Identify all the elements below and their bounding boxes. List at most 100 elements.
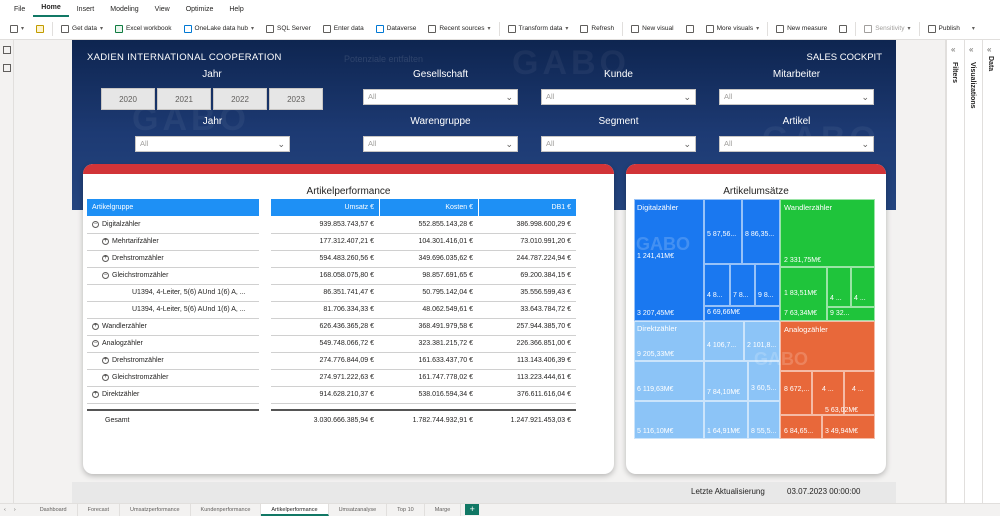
treemap-cell[interactable]	[634, 361, 704, 401]
excel-workbook-button[interactable]: Excel workbook	[109, 24, 178, 33]
value-label: 2 101,8...	[747, 342, 777, 349]
kunde-dropdown[interactable]: All ⌄	[541, 89, 696, 105]
tab-umsatzperformance[interactable]: Umsatzperformance	[120, 503, 191, 516]
row-divider	[271, 352, 576, 353]
year-button-2023[interactable]: 2023	[269, 88, 323, 110]
paste-button[interactable]: ▾	[4, 24, 30, 33]
report-canvas: GABO GABO GABO Potenziale entfalten XADI…	[72, 40, 896, 503]
column-header-umsatz[interactable]: Umsatz €	[271, 199, 379, 216]
treemap-cell[interactable]	[704, 264, 730, 306]
menu-optimize[interactable]: Optimize	[178, 6, 222, 13]
column-header-db1[interactable]: DB1 €	[479, 199, 576, 216]
table-row[interactable]: − Analogzähler 549.748.066,72 € 323.381.2…	[87, 335, 577, 352]
gesellschaft-dropdown[interactable]: All ⌄	[363, 89, 518, 105]
mitarbeiter-dropdown[interactable]: All ⌄	[719, 89, 874, 105]
data-pane[interactable]: « Data	[982, 40, 1000, 505]
table-row[interactable]: + Direktzähler 914.628.210,37 € 538.016.5…	[87, 386, 577, 403]
text-box-button[interactable]	[680, 24, 700, 33]
recent-sources-button[interactable]: Recent sources ▾	[422, 24, 496, 33]
segment-dropdown[interactable]: All ⌄	[541, 136, 696, 152]
expand-icon[interactable]: +	[102, 254, 109, 262]
year-button-2020[interactable]: 2020	[101, 88, 155, 110]
artikel-dropdown[interactable]: All ⌄	[719, 136, 874, 152]
tab-scroll-left-icon[interactable]: ‹	[0, 504, 10, 516]
umsatz-cell: 168.058.075,80 €	[319, 272, 375, 279]
artikelumsaetze-treemap[interactable]: GABO GABO Digitalzähler Wandlerzähler Di…	[634, 199, 878, 439]
table-row[interactable]: + Drehstromzähler 274.776.844,09 € 161.63…	[87, 352, 577, 369]
table-row[interactable]: U1394, 4-Leiter, 5(6) AUnd 1(6) A, ... 8…	[87, 301, 577, 318]
format-painter-button[interactable]	[30, 24, 50, 33]
tab-scroll-right-icon[interactable]: ›	[10, 504, 20, 516]
menu-file[interactable]: File	[6, 6, 33, 13]
tab-dashboard[interactable]: Dashboard	[30, 503, 78, 516]
collapse-icon[interactable]: −	[102, 271, 109, 279]
menu-help[interactable]: Help	[221, 6, 251, 13]
new-visual-label: New visual	[642, 25, 674, 32]
warengruppe-dropdown[interactable]: All ⌄	[363, 136, 518, 152]
menu-home[interactable]: Home	[33, 1, 69, 17]
more-visuals-button[interactable]: More visuals ▾	[700, 24, 766, 33]
collapse-icon[interactable]: −	[92, 220, 99, 228]
year-button-2022[interactable]: 2022	[213, 88, 267, 110]
column-header-kosten[interactable]: Kosten €	[380, 199, 478, 216]
jahr-dropdown[interactable]: All ⌄	[135, 136, 290, 152]
tab-top-10[interactable]: Top 10	[387, 503, 425, 516]
transform-data-button[interactable]: Transform data ▾	[502, 24, 575, 33]
table-row[interactable]: + Wandlerzähler 626.436.365,28 € 368.491.…	[87, 318, 577, 335]
menu-modeling[interactable]: Modeling	[102, 6, 146, 13]
expand-chevron-icon[interactable]: «	[969, 45, 973, 54]
expand-chevron-icon[interactable]: «	[951, 45, 955, 54]
expand-chevron-icon[interactable]: «	[987, 45, 991, 54]
tab-marge[interactable]: Marge	[425, 503, 462, 516]
tab-kundenperformance[interactable]: Kundenperformance	[191, 503, 262, 516]
new-visual-button[interactable]: New visual	[625, 24, 679, 33]
table-view-icon[interactable]	[3, 64, 11, 72]
enter-data-button[interactable]: Enter data	[317, 24, 370, 33]
expand-icon[interactable]: +	[92, 390, 99, 398]
expand-icon[interactable]: +	[102, 356, 109, 364]
table-row[interactable]: − Gleichstromzähler 168.058.075,80 € 98.8…	[87, 267, 577, 284]
treemap-cell[interactable]	[780, 371, 812, 415]
table-row[interactable]: + Gleichstromzähler 274.971.222,63 € 161.…	[87, 369, 577, 386]
report-view-icon[interactable]	[3, 46, 11, 54]
menu-insert[interactable]: Insert	[69, 6, 103, 13]
table-row[interactable]: + Drehstromzähler 594.483.260,56 € 349.69…	[87, 250, 577, 267]
expand-icon[interactable]: +	[92, 322, 99, 330]
tab-umsatzanalyse[interactable]: Umsatzanalyse	[329, 503, 388, 516]
add-page-button[interactable]: +	[465, 504, 480, 515]
tab-forecast[interactable]: Forecast	[78, 503, 121, 516]
new-measure-button[interactable]: New measure	[770, 24, 833, 33]
sensitivity-button[interactable]: Sensitivity ▾	[858, 24, 916, 33]
tab-artikelperformance[interactable]: Artikelperformance	[261, 503, 329, 516]
table-row[interactable]: − Digitalzähler 939.853.743,57 € 552.855.…	[87, 216, 577, 233]
treemap-cell[interactable]	[730, 264, 755, 306]
visualizations-pane[interactable]: « Visualizations	[964, 40, 982, 505]
expand-icon[interactable]: +	[102, 373, 109, 381]
quick-measure-button[interactable]	[833, 24, 853, 33]
treemap-cell[interactable]	[634, 199, 704, 321]
treemap-cell[interactable]	[780, 415, 822, 439]
treemap-cell[interactable]	[755, 264, 780, 306]
refresh-button[interactable]: Refresh	[574, 24, 620, 33]
watermark-logo: GABO	[754, 349, 808, 369]
chevron-down-icon: ⌄	[277, 139, 285, 149]
year-button-2021[interactable]: 2021	[157, 88, 211, 110]
ribbon-collapse-button[interactable]: ▾	[966, 25, 981, 32]
table-row[interactable]: U1394, 4-Leiter, 5(6) AUnd 1(6) A, ... 8…	[87, 284, 577, 301]
column-header-artikelgruppe[interactable]: Artikelgruppe	[87, 199, 259, 216]
treemap-cell[interactable]	[704, 321, 744, 361]
new-visual-icon	[631, 24, 640, 33]
dataverse-button[interactable]: Dataverse	[370, 24, 423, 33]
collapse-icon[interactable]: −	[92, 339, 99, 347]
menu-view[interactable]: View	[147, 6, 178, 13]
treemap-cell[interactable]	[822, 415, 875, 439]
expand-icon[interactable]: +	[102, 237, 109, 245]
table-row[interactable]: + Mehrtarifzähler 177.312.407,21 € 104.30…	[87, 233, 577, 250]
sql-server-button[interactable]: SQL Server	[260, 24, 317, 33]
get-data-button[interactable]: Get data ▾	[55, 24, 109, 33]
onelake-button[interactable]: OneLake data hub ▾	[178, 24, 261, 33]
db1-cell: 386.998.600,29 €	[516, 221, 572, 228]
sql-server-label: SQL Server	[277, 25, 311, 32]
filters-pane[interactable]: « Filters	[946, 40, 964, 505]
publish-button[interactable]: Publish	[922, 24, 966, 33]
